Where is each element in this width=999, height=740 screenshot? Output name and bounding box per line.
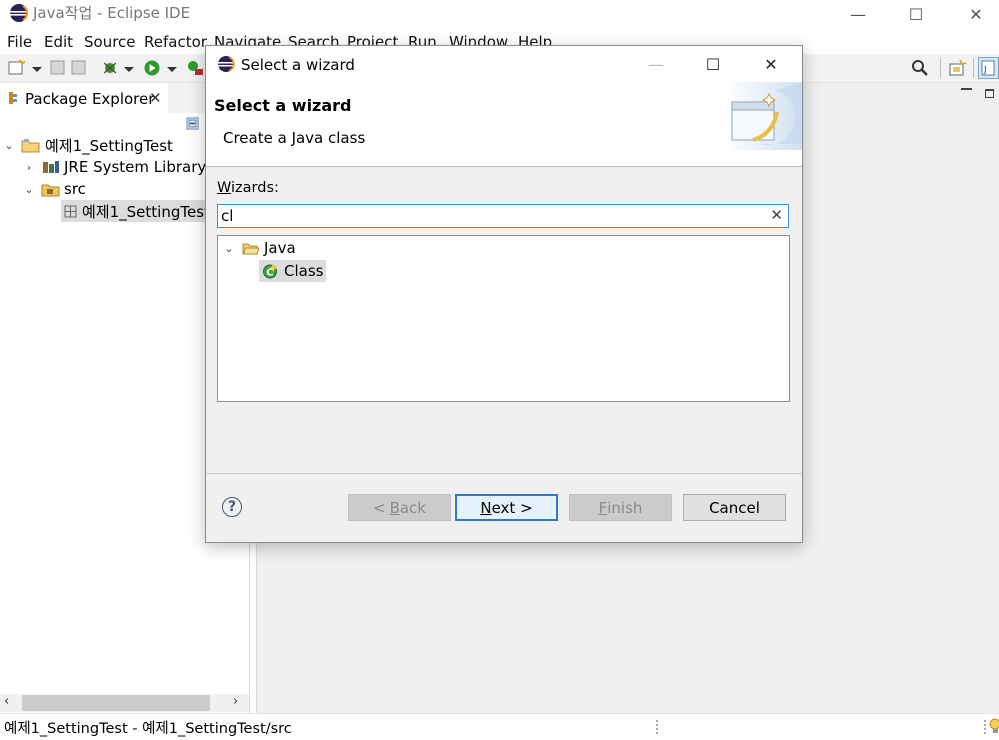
status-separator: [656, 720, 660, 734]
package-explorer-title: Package Explorer: [25, 90, 155, 108]
dialog-separator: [206, 473, 802, 474]
open-perspective-icon[interactable]: [948, 59, 968, 77]
tree-item-label: 예제1_SettingTest: [45, 136, 173, 155]
tip-lightbulb-icon[interactable]: [989, 718, 999, 736]
tree-item-label: Java: [264, 239, 296, 257]
save-icon: [50, 60, 86, 75]
minimize-button[interactable]: —: [835, 0, 881, 28]
chevron-down-icon[interactable]: ⌄: [3, 139, 15, 152]
close-view-icon[interactable]: ✕: [149, 89, 162, 107]
app-title: Java작업 - Eclipse IDE: [33, 4, 191, 22]
library-icon: [43, 161, 59, 173]
next-button[interactable]: Next >: [455, 494, 558, 521]
scrollbar-thumb[interactable]: [22, 695, 210, 711]
package-icon: [64, 205, 77, 218]
tree-item-java[interactable]: ⌄ Java: [223, 237, 296, 259]
dialog-heading: Select a wizard: [214, 96, 352, 115]
eclipse-logo-icon: [218, 56, 235, 72]
tree-item-label: Class: [284, 262, 324, 280]
chevron-right-icon[interactable]: ›: [23, 161, 35, 174]
back-button: < Back: [348, 494, 451, 521]
project-icon: [21, 139, 40, 153]
select-wizard-dialog: Select a wizard — ☐ ✕ Select a wizard Cr…: [205, 45, 803, 543]
wizard-filter-input[interactable]: [221, 206, 761, 226]
search-icon[interactable]: [911, 59, 929, 77]
finish-button: Finish: [569, 494, 672, 521]
wizards-label: Wizards:: [217, 180, 279, 196]
scroll-right-icon[interactable]: ›: [233, 694, 238, 709]
maximize-view-icon[interactable]: [985, 89, 994, 98]
maximize-button[interactable]: ☐: [893, 0, 939, 28]
scroll-left-icon[interactable]: ‹: [4, 694, 9, 709]
wizard-banner-icon: [725, 82, 802, 150]
dialog-title: Select a wizard: [241, 56, 355, 74]
folder-open-icon: [242, 243, 260, 255]
menu-source[interactable]: Source: [84, 33, 136, 51]
eclipse-logo-icon: [10, 4, 29, 22]
minimize-view-icon[interactable]: [961, 88, 972, 90]
tree-item-label: JRE System Library: [64, 158, 207, 176]
java-class-icon: C: [263, 264, 278, 279]
help-icon[interactable]: ?: [222, 497, 242, 517]
menu-refactor[interactable]: Refactor: [144, 33, 207, 51]
wizard-filter-field[interactable]: ✕: [217, 204, 789, 228]
collapse-all-icon[interactable]: [186, 117, 200, 131]
dialog-close-button[interactable]: ✕: [742, 46, 800, 82]
selection-highlight: 예제1_SettingTest: [61, 200, 212, 222]
tree-item-label: 예제1_SettingTest: [82, 202, 210, 221]
dialog-header: [206, 82, 802, 167]
external-tools-icon[interactable]: [186, 59, 204, 77]
dialog-maximize-button[interactable]: ☐: [684, 46, 742, 82]
new-wizard-icon[interactable]: [8, 59, 44, 77]
tree-item-class[interactable]: C Class: [259, 260, 327, 282]
tree-item-label: src: [64, 180, 86, 198]
status-text: 예제1_SettingTest - 예제1_SettingTest/src: [4, 721, 292, 737]
dialog-minimize-button: —: [648, 54, 664, 74]
wizard-tree: ⌄ Java C Class: [217, 235, 790, 402]
source-folder-icon: [41, 184, 60, 197]
menu-edit[interactable]: Edit: [44, 33, 73, 51]
java-perspective-icon[interactable]: J: [978, 57, 999, 79]
debug-icon[interactable]: [102, 59, 136, 77]
menu-file[interactable]: File: [7, 33, 32, 51]
svg-text:J: J: [983, 65, 987, 75]
chevron-down-icon[interactable]: ⌄: [223, 242, 235, 255]
cancel-button[interactable]: Cancel: [683, 494, 786, 521]
package-explorer-icon: [9, 92, 17, 104]
toolbar-separator: [940, 58, 941, 78]
clear-filter-icon[interactable]: ✕: [770, 206, 783, 224]
dialog-description: Create a Java class: [223, 129, 366, 147]
run-icon[interactable]: [143, 59, 179, 77]
status-separator: [984, 720, 988, 734]
close-button[interactable]: ✕: [953, 0, 999, 28]
toolbar-separator: [973, 58, 974, 78]
chevron-down-icon[interactable]: ⌄: [23, 183, 35, 196]
editor-toolbar: [801, 83, 999, 105]
